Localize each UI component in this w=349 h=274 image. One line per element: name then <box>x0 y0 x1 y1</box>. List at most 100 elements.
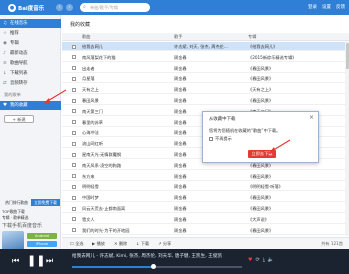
promo-tab-download[interactable]: 立即免费下载 <box>31 199 60 206</box>
row-checkbox[interactable] <box>72 76 76 81</box>
scrollbar[interactable] <box>345 41 349 236</box>
dont-show-label[interactable]: 不再提示 <box>215 136 232 142</box>
sidebar-item-0[interactable]: ♫ 在线音乐 <box>0 19 61 28</box>
column-song[interactable]: 歌曲 <box>82 33 90 41</box>
song-title[interactable]: 春田风景 <box>82 96 170 105</box>
song-title[interactable]: 中国时梦 <box>82 193 170 202</box>
table-row[interactable]: 雪文人 周金春 《大声说》 <box>62 215 349 224</box>
song-title[interactable]: 雪文人 <box>82 215 170 224</box>
table-row[interactable]: 给我去网儿 许志斌, 刘天, 张杰, 周杰伦... 《给我去网儿》 <box>62 42 349 51</box>
sidebar-item-3[interactable]: ♪ 最新动态 <box>0 49 61 58</box>
loop-icon[interactable]: ⟳ <box>255 257 259 263</box>
row-checkbox[interactable] <box>72 109 76 114</box>
row-checkbox[interactable] <box>72 98 76 103</box>
table-row[interactable]: 月星落 周金春 《春田风景》 <box>62 74 349 84</box>
close-icon[interactable]: × <box>309 114 314 121</box>
artist-name[interactable]: 周金春 <box>174 193 244 202</box>
heart-icon[interactable]: ♥ <box>248 257 252 263</box>
song-title[interactable]: 南风落梨花下的猫 <box>82 53 170 62</box>
album-name[interactable]: 《明明轻雪·听落》 <box>248 182 336 191</box>
table-row[interactable]: 我们的时光·为干的开地园 周金春 《春田风景》 <box>62 226 349 235</box>
table-row[interactable]: 南风落梨花下的猫 周金春 《2015新综乐精选专辑》 <box>62 53 349 62</box>
sidebar-item-6[interactable]: ⇄ 音频转存 <box>0 79 61 88</box>
download-icon[interactable]: ⤓ <box>263 257 265 263</box>
settings-link[interactable]: 设置 <box>322 3 331 12</box>
promo-tab-hot[interactable]: 热门排行歌曲 <box>2 199 31 206</box>
song-title[interactable]: 春里的苏草 <box>82 118 170 127</box>
row-checkbox[interactable] <box>72 87 76 92</box>
new-playlist-button[interactable]: + 新建 <box>4 115 34 123</box>
song-title[interactable]: 东方来 <box>82 172 170 181</box>
album-name[interactable]: 《春田风景》 <box>248 96 336 105</box>
row-checkbox[interactable] <box>72 206 76 211</box>
sidebar-item-5[interactable]: ↓ 下载列表 <box>0 69 61 78</box>
feedback-link[interactable]: 反馈 <box>336 3 345 12</box>
login-link[interactable]: 登录 <box>308 3 317 12</box>
song-title[interactable]: 南天风系·凌空的狗路 <box>82 161 170 170</box>
album-name[interactable]: 《大声说》 <box>248 215 336 224</box>
song-title[interactable]: 出走者 <box>82 64 170 73</box>
artist-name[interactable]: 周金春 <box>174 74 244 83</box>
artist-name[interactable]: 许志斌, 刘天, 张杰, 周杰伦... <box>174 42 244 51</box>
table-row[interactable]: 东方来 周金春 《春田风景》 <box>62 172 349 181</box>
album-name[interactable]: 《天有之上》 <box>248 85 336 94</box>
album-name[interactable]: 《给我去网儿》 <box>248 42 336 51</box>
song-title[interactable]: 南天第三门 <box>82 107 170 116</box>
row-checkbox[interactable] <box>72 120 76 125</box>
row-checkbox[interactable] <box>72 217 76 222</box>
album-name[interactable]: 《春田风景》 <box>248 226 336 235</box>
scrollbar-thumb[interactable] <box>345 43 349 69</box>
song-title[interactable]: 心海冲法 <box>82 128 170 137</box>
song-title[interactable]: 天有之上 <box>82 85 170 94</box>
album-name[interactable]: 《春田风景》 <box>248 74 336 83</box>
table-row[interactable]: 天有之上 周金春 《天有之上》 <box>62 85 349 95</box>
artist-name[interactable]: 周金春 <box>174 96 244 105</box>
row-checkbox[interactable] <box>72 174 76 179</box>
iphone-download-button[interactable]: iPhone <box>27 241 57 247</box>
song-title[interactable]: 星南天光·无情群魔钢 <box>82 150 170 159</box>
row-checkbox[interactable] <box>72 44 76 49</box>
row-checkbox[interactable] <box>72 184 76 189</box>
song-title[interactable]: 我们的时光·为干的开地园 <box>82 226 170 235</box>
artist-name[interactable]: 周金春 <box>174 215 244 224</box>
table-row[interactable]: 明明轻雪 周金春 《明明轻雪·听落》 <box>62 182 349 192</box>
row-checkbox[interactable] <box>72 163 76 168</box>
artist-name[interactable]: 周金春 <box>174 226 244 235</box>
song-title[interactable]: 月星落 <box>82 74 170 83</box>
table-row[interactable]: 风云天荒去·止都南面离 周金春 《春田风景》 <box>62 204 349 213</box>
row-checkbox[interactable] <box>72 55 76 60</box>
search-input[interactable]: ⌕ 单曲/歌手/专辑 <box>80 3 150 12</box>
progress-bar[interactable] <box>72 264 242 270</box>
android-download-button[interactable]: Android <box>27 233 57 239</box>
sidebar-item-4[interactable]: ≡ 歌曲导航 <box>0 59 61 68</box>
row-checkbox[interactable] <box>72 152 76 157</box>
row-checkbox[interactable] <box>72 130 76 135</box>
column-album[interactable]: 专辑 <box>248 33 256 41</box>
song-title[interactable]: 流山网红听 <box>82 139 170 148</box>
artist-name[interactable]: 周金春 <box>174 64 244 73</box>
row-checkbox[interactable] <box>72 195 76 200</box>
volume-icon[interactable]: 🔈 <box>268 257 274 263</box>
row-checkbox[interactable] <box>72 228 76 233</box>
forward-button[interactable]: › <box>66 4 73 11</box>
song-title[interactable]: 明明轻雪 <box>82 182 170 191</box>
sidebar-item-2[interactable]: ◉ 专辑 <box>0 39 61 48</box>
column-artist[interactable]: 歌手 <box>174 33 182 41</box>
table-row[interactable]: 中国时梦 周金春 《春田风景》 <box>62 193 349 203</box>
album-name[interactable]: 《2015新综乐精选专辑》 <box>248 53 336 62</box>
row-checkbox[interactable] <box>72 141 76 146</box>
previous-icon[interactable]: ⏮ <box>12 256 19 266</box>
artist-name[interactable]: 周金春 <box>174 182 244 191</box>
album-name[interactable]: 《春田风景》 <box>248 193 336 202</box>
back-button[interactable]: ‹ <box>56 4 63 11</box>
album-name[interactable]: 《春田风景》 <box>248 172 336 181</box>
row-checkbox[interactable] <box>72 66 76 71</box>
table-row[interactable]: 春田风景 周金春 《春田风景》 <box>62 96 349 105</box>
next-icon[interactable]: ⏭ <box>46 256 53 266</box>
app-logo[interactable]: ● Bai度音乐 <box>8 3 44 12</box>
pause-icon[interactable]: ❚❚ <box>27 254 45 267</box>
artist-name[interactable]: 周金春 <box>174 172 244 181</box>
artist-name[interactable]: 周金春 <box>174 204 244 213</box>
progress-knob[interactable] <box>151 264 157 270</box>
sidebar-item-1[interactable]: ☆ 推荐 <box>0 29 61 38</box>
